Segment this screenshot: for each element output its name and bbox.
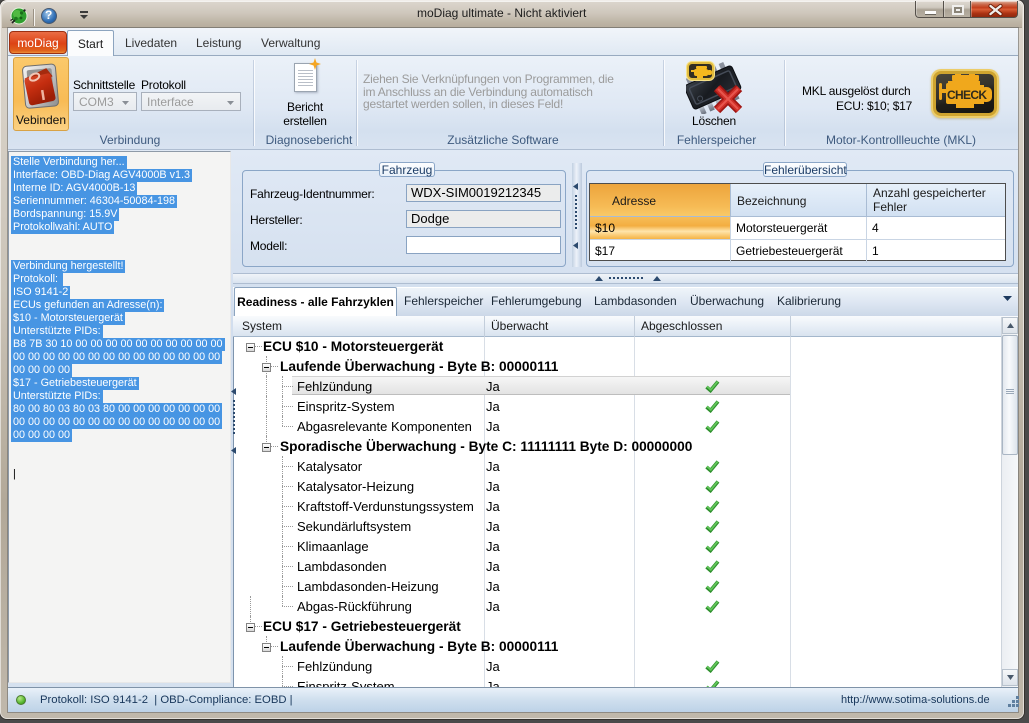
svg-text:CHECK: CHECK: [947, 88, 987, 102]
